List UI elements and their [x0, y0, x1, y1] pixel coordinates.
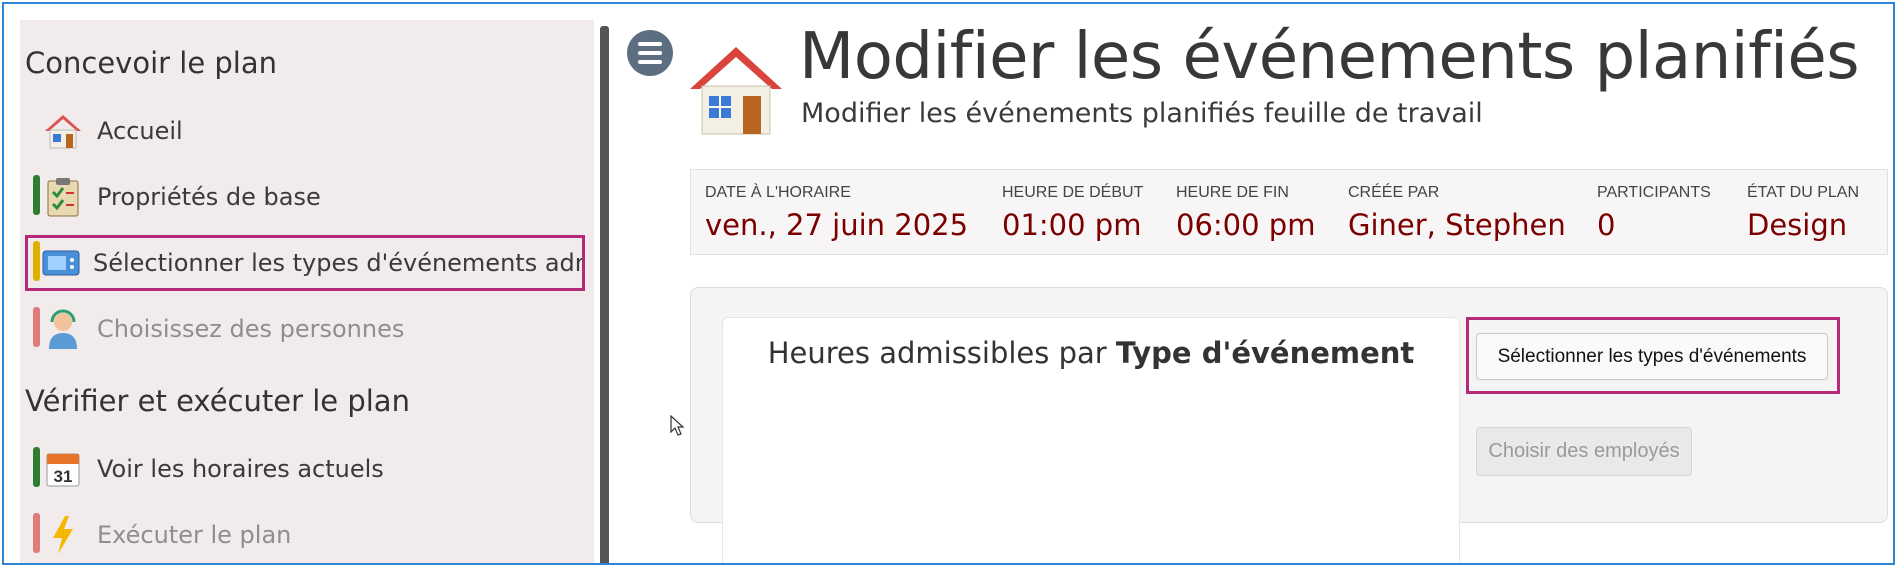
sidebar-item-label: Choisissez des personnes [97, 315, 405, 343]
house-icon [690, 47, 782, 135]
sidebar-item-label: Exécuter le plan [97, 521, 292, 549]
clipboard-check-icon [41, 175, 85, 219]
sidebar-item-label: Voir les horaires actuels [97, 455, 384, 483]
card-title: Heures admissibles par Type d'événement [767, 336, 1415, 370]
sidebar-item-label: Accueil [97, 117, 183, 145]
choose-employees-button[interactable]: Choisir des employés [1476, 427, 1692, 476]
menu-toggle-button[interactable] [627, 30, 673, 76]
info-start-time: HEURE DE DÉBUT 01:00 pm [1002, 184, 1144, 242]
mouse-cursor-icon [670, 415, 685, 436]
status-bar [33, 307, 40, 347]
info-participants: PARTICIPANTS 0 [1597, 184, 1711, 242]
page-title: Modifier les événements planifiés [799, 20, 1860, 94]
sidebar-item-label: Propriétés de base [97, 183, 321, 211]
sidebar-item-label: Sélectionner les types d'événements admi… [93, 249, 585, 277]
status-bar [33, 513, 40, 553]
status-bar [33, 175, 40, 215]
monitor-icon [41, 241, 81, 285]
section-title-verify: Vérifier et exécuter le plan [25, 384, 410, 418]
status-bar [33, 447, 40, 487]
sidebar-item-execute-plan[interactable]: Exécuter le plan [25, 507, 585, 563]
sidebar-item-current-schedules[interactable]: 31 Voir les horaires actuels [25, 441, 585, 497]
person-headset-icon [41, 307, 85, 351]
info-created-by: CRÉÉE PAR Giner, Stephen [1348, 184, 1566, 242]
sidebar-item-choose-people[interactable]: Choisissez des personnes [25, 301, 585, 357]
info-end-time: HEURE DE FIN 06:00 pm [1176, 184, 1316, 242]
page-subtitle: Modifier les événements planifiés feuill… [801, 98, 1483, 129]
eligible-hours-card: Heures admissibles par Type d'événement [722, 317, 1460, 563]
sidebar: Concevoir le plan Accueil Propriétés de … [20, 20, 594, 563]
plan-info-bar: DATE À L'HORAIRE ven., 27 juin 2025 HEUR… [690, 169, 1888, 255]
svg-text:31: 31 [54, 467, 73, 486]
info-plan-state: ÉTAT DU PLAN Design [1747, 184, 1860, 242]
sidebar-item-home[interactable]: Accueil [25, 103, 585, 159]
sidebar-scrollbar[interactable] [600, 26, 609, 563]
status-bar [33, 241, 40, 281]
calendar-31-icon: 31 [41, 447, 85, 491]
section-title-design: Concevoir le plan [25, 46, 277, 80]
hamburger-icon [638, 42, 662, 46]
sidebar-item-basic-properties[interactable]: Propriétés de base [25, 169, 585, 225]
select-event-types-button[interactable]: Sélectionner les types d'événements [1476, 333, 1828, 380]
app-window: Concevoir le plan Accueil Propriétés de … [2, 2, 1895, 565]
lightning-icon [41, 513, 85, 557]
house-icon [41, 109, 85, 153]
sidebar-item-select-event-types[interactable]: Sélectionner les types d'événements admi… [25, 235, 585, 291]
info-schedule-date: DATE À L'HORAIRE ven., 27 juin 2025 [705, 184, 969, 242]
